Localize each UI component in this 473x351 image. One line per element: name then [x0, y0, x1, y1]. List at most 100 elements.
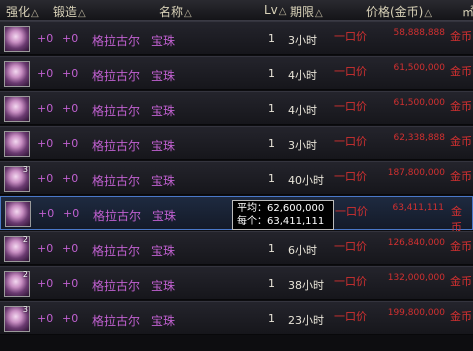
forge-value: +0 [62, 102, 79, 115]
header-enhance[interactable]: 强化△ [6, 3, 39, 20]
price-value: 63,411,111 [392, 203, 444, 213]
orb-item-icon[interactable]: 2 [4, 235, 30, 262]
price-value: 187,800,000 [387, 168, 445, 178]
tooltip-each-line: 每个：63,411,111 [237, 216, 325, 227]
orb-item-icon[interactable]: 3 [4, 305, 30, 332]
sort-triangle-icon: △ [184, 8, 192, 19]
price-type: 一口价 [334, 240, 367, 253]
item-name: 格拉古尔 [92, 174, 141, 188]
listing-period: 3小时 [288, 34, 317, 47]
header-level[interactable]: Lv△ [264, 3, 287, 17]
table-row[interactable]: +0 +0 格拉古尔 宝珠 1 3小时 一口价 58,888,888 金币 [0, 21, 473, 55]
price-type: 一口价 [334, 170, 367, 183]
table-row[interactable]: 2 +0 +0 格拉古尔 宝珠 1 38小时 一口价 132,000,000 金币 [0, 266, 473, 300]
listing-period: 3小时 [288, 139, 317, 152]
currency-unit: 金币 [450, 240, 472, 253]
item-name: 格拉古尔 [92, 104, 141, 118]
enhance-value: +0 [37, 172, 54, 185]
price-type: 一口价 [334, 135, 367, 148]
enhance-value: +0 [37, 102, 54, 115]
sort-triangle-icon: △ [278, 6, 287, 17]
enhance-value: +0 [37, 242, 54, 255]
price-type: 一口价 [334, 65, 367, 78]
item-type: 宝珠 [151, 139, 176, 153]
table-row[interactable]: 3 +0 +0 格拉古尔 宝珠 1 40小时 一口价 187,800,000 金币 [0, 161, 473, 195]
orb-item-icon[interactable] [4, 26, 30, 52]
header-edge-glyph: ㎡ [462, 5, 473, 19]
forge-value: +0 [62, 242, 79, 255]
forge-value: +0 [62, 32, 79, 45]
item-name: 格拉古尔 [92, 279, 141, 293]
column-header-bar: 强化△ 锻造△ 名称△ Lv△ 期限△ 价格(金币)△ ㎡ [0, 0, 473, 21]
price-value: 61,500,000 [393, 98, 445, 108]
item-level: 1 [268, 137, 275, 150]
listing-period: 6小时 [288, 244, 317, 257]
item-level: 1 [268, 172, 275, 185]
listing-period: 4小时 [288, 69, 317, 82]
enhance-value: +0 [37, 32, 54, 45]
item-level: 1 [268, 242, 275, 255]
forge-value: +0 [62, 312, 79, 325]
listing-period: 38小时 [288, 279, 324, 292]
item-name: 格拉古尔 [92, 69, 141, 83]
enhance-value: +0 [37, 137, 54, 150]
stack-count: 3 [22, 165, 28, 174]
price-type: 一口价 [335, 205, 368, 218]
table-row[interactable]: +0 +0 格拉古尔 宝珠 1 3小时 一口价 62,338,888 金币 [0, 126, 473, 160]
price-type: 一口价 [334, 275, 367, 288]
forge-value: +0 [62, 67, 79, 80]
enhance-value: +0 [37, 67, 54, 80]
price-value: 58,888,888 [393, 28, 445, 38]
header-forge[interactable]: 锻造△ [53, 3, 86, 20]
item-level: 1 [268, 277, 275, 290]
stack-count: 2 [22, 235, 28, 244]
stack-count: 3 [22, 305, 28, 314]
item-type: 宝珠 [151, 174, 176, 188]
forge-value: +0 [62, 172, 79, 185]
item-type: 宝珠 [151, 314, 176, 328]
header-period[interactable]: 期限△ [290, 3, 323, 20]
orb-item-icon[interactable] [4, 96, 30, 122]
enhance-value: +0 [37, 312, 54, 325]
price-value: 126,840,000 [387, 238, 445, 248]
item-name: 格拉古尔 [92, 244, 141, 258]
listing-period: 40小时 [288, 174, 324, 187]
price-value: 61,500,000 [393, 63, 445, 73]
currency-unit: 金币 [450, 310, 472, 323]
forge-value: +0 [62, 137, 79, 150]
sort-triangle-icon: △ [31, 8, 39, 19]
table-row[interactable]: +0 +0 格拉古尔 宝珠 1 4小时 一口价 61,500,000 金币 [0, 56, 473, 90]
price-value: 62,338,888 [393, 133, 445, 143]
price-type: 一口价 [334, 310, 367, 323]
header-price[interactable]: 价格(金币)△ [366, 3, 432, 20]
currency-unit: 金币 [450, 135, 472, 148]
enhance-value: +0 [37, 277, 54, 290]
table-row[interactable]: 2 +0 +0 格拉古尔 宝珠 1 6小时 一口价 126,840,000 金币 [0, 231, 473, 265]
sort-triangle-icon: △ [424, 8, 433, 19]
currency-unit: 金币 [450, 30, 472, 43]
item-name: 格拉古尔 [92, 314, 141, 328]
price-value: 132,000,000 [387, 273, 445, 283]
enhance-value: +0 [38, 207, 55, 220]
item-type: 宝珠 [151, 104, 176, 118]
item-name: 格拉古尔 [92, 139, 141, 153]
price-type: 一口价 [334, 100, 367, 113]
item-type: 宝珠 [151, 244, 176, 258]
orb-item-icon[interactable] [4, 131, 30, 157]
item-name: 格拉古尔 [92, 34, 141, 48]
orb-item-icon[interactable] [5, 201, 31, 227]
orb-item-icon[interactable]: 3 [4, 165, 30, 192]
orb-item-icon[interactable] [4, 61, 30, 87]
currency-unit: 金币 [450, 65, 472, 78]
header-name[interactable]: 名称△ [159, 3, 192, 20]
orb-item-icon[interactable]: 2 [4, 270, 30, 297]
item-type: 宝珠 [151, 69, 176, 83]
table-row[interactable]: 3 +0 +0 格拉古尔 宝珠 1 23小时 一口价 199,800,000 金币 [0, 301, 473, 335]
price-type: 一口价 [334, 30, 367, 43]
item-level: 1 [268, 102, 275, 115]
currency-unit: 金币 [450, 170, 472, 183]
price-value: 199,800,000 [387, 308, 445, 318]
currency-unit: 金币 [450, 275, 472, 288]
item-type: 宝珠 [152, 209, 177, 223]
table-row[interactable]: +0 +0 格拉古尔 宝珠 1 4小时 一口价 61,500,000 金币 [0, 91, 473, 125]
